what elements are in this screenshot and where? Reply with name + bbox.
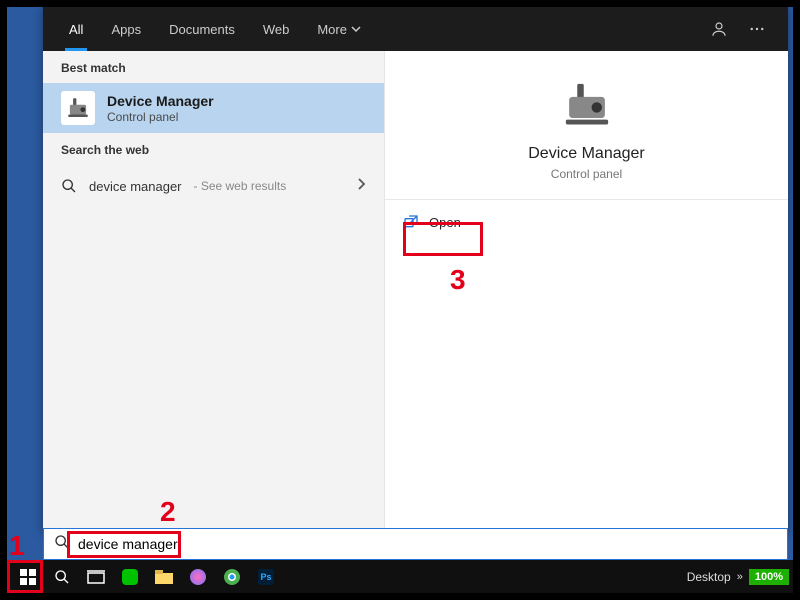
tab-all-label: All (69, 22, 83, 37)
device-manager-icon (61, 91, 95, 125)
taskbar-app-line[interactable] (113, 560, 147, 593)
tab-web[interactable]: Web (249, 7, 304, 51)
tab-more[interactable]: More (303, 7, 375, 51)
search-tab-bar: All Apps Documents Web More (43, 7, 788, 51)
search-input-bar[interactable] (43, 528, 788, 560)
web-result-item[interactable]: device manager - See web results (43, 165, 384, 207)
open-action[interactable]: Open (385, 200, 788, 244)
web-result-hint: - See web results (194, 179, 287, 193)
tab-apps[interactable]: Apps (97, 7, 155, 51)
tab-web-label: Web (263, 22, 290, 37)
taskbar-app-messenger[interactable] (181, 560, 215, 593)
tab-documents[interactable]: Documents (155, 7, 249, 51)
feedback-icon[interactable] (700, 7, 738, 51)
search-icon (61, 178, 77, 194)
open-icon (403, 214, 419, 230)
taskbar-search-button[interactable] (45, 560, 79, 593)
results-preview-column: Device Manager Control panel Open (385, 51, 788, 533)
tab-all[interactable]: All (55, 7, 97, 51)
tab-documents-label: Documents (169, 22, 235, 37)
desktop-label[interactable]: Desktop (687, 570, 731, 584)
taskbar-app-explorer[interactable] (147, 560, 181, 593)
open-label: Open (429, 215, 461, 230)
search-web-header: Search the web (43, 133, 384, 165)
web-result-query: device manager (89, 179, 182, 194)
tray-chevron-icon[interactable]: » (737, 571, 743, 583)
results-left-column: Best match Device Manager Control panel (43, 51, 385, 533)
more-options-icon[interactable] (738, 7, 776, 51)
chevron-down-icon (351, 24, 361, 34)
taskbar-app-chrome[interactable] (215, 560, 249, 593)
best-match-subtitle: Control panel (107, 110, 214, 124)
taskbar-app-photoshop[interactable]: Ps (249, 560, 283, 593)
task-view-button[interactable] (79, 560, 113, 593)
preview-title: Device Manager (528, 145, 645, 163)
tab-more-label: More (317, 22, 347, 37)
tab-apps-label: Apps (111, 22, 141, 37)
search-input[interactable] (78, 536, 777, 552)
best-match-device-manager[interactable]: Device Manager Control panel (43, 83, 384, 133)
best-match-title: Device Manager (107, 93, 214, 109)
start-button[interactable] (11, 560, 45, 593)
search-bar-icon (54, 534, 70, 555)
preview-device-manager-icon (561, 79, 613, 131)
battery-indicator: 100% (749, 569, 789, 585)
preview-subtitle: Control panel (551, 167, 622, 181)
chevron-right-icon (356, 177, 366, 195)
best-match-header: Best match (43, 51, 384, 83)
start-search-panel: All Apps Documents Web More Best match (43, 7, 788, 533)
taskbar: Ps Desktop » 100% (7, 560, 793, 593)
